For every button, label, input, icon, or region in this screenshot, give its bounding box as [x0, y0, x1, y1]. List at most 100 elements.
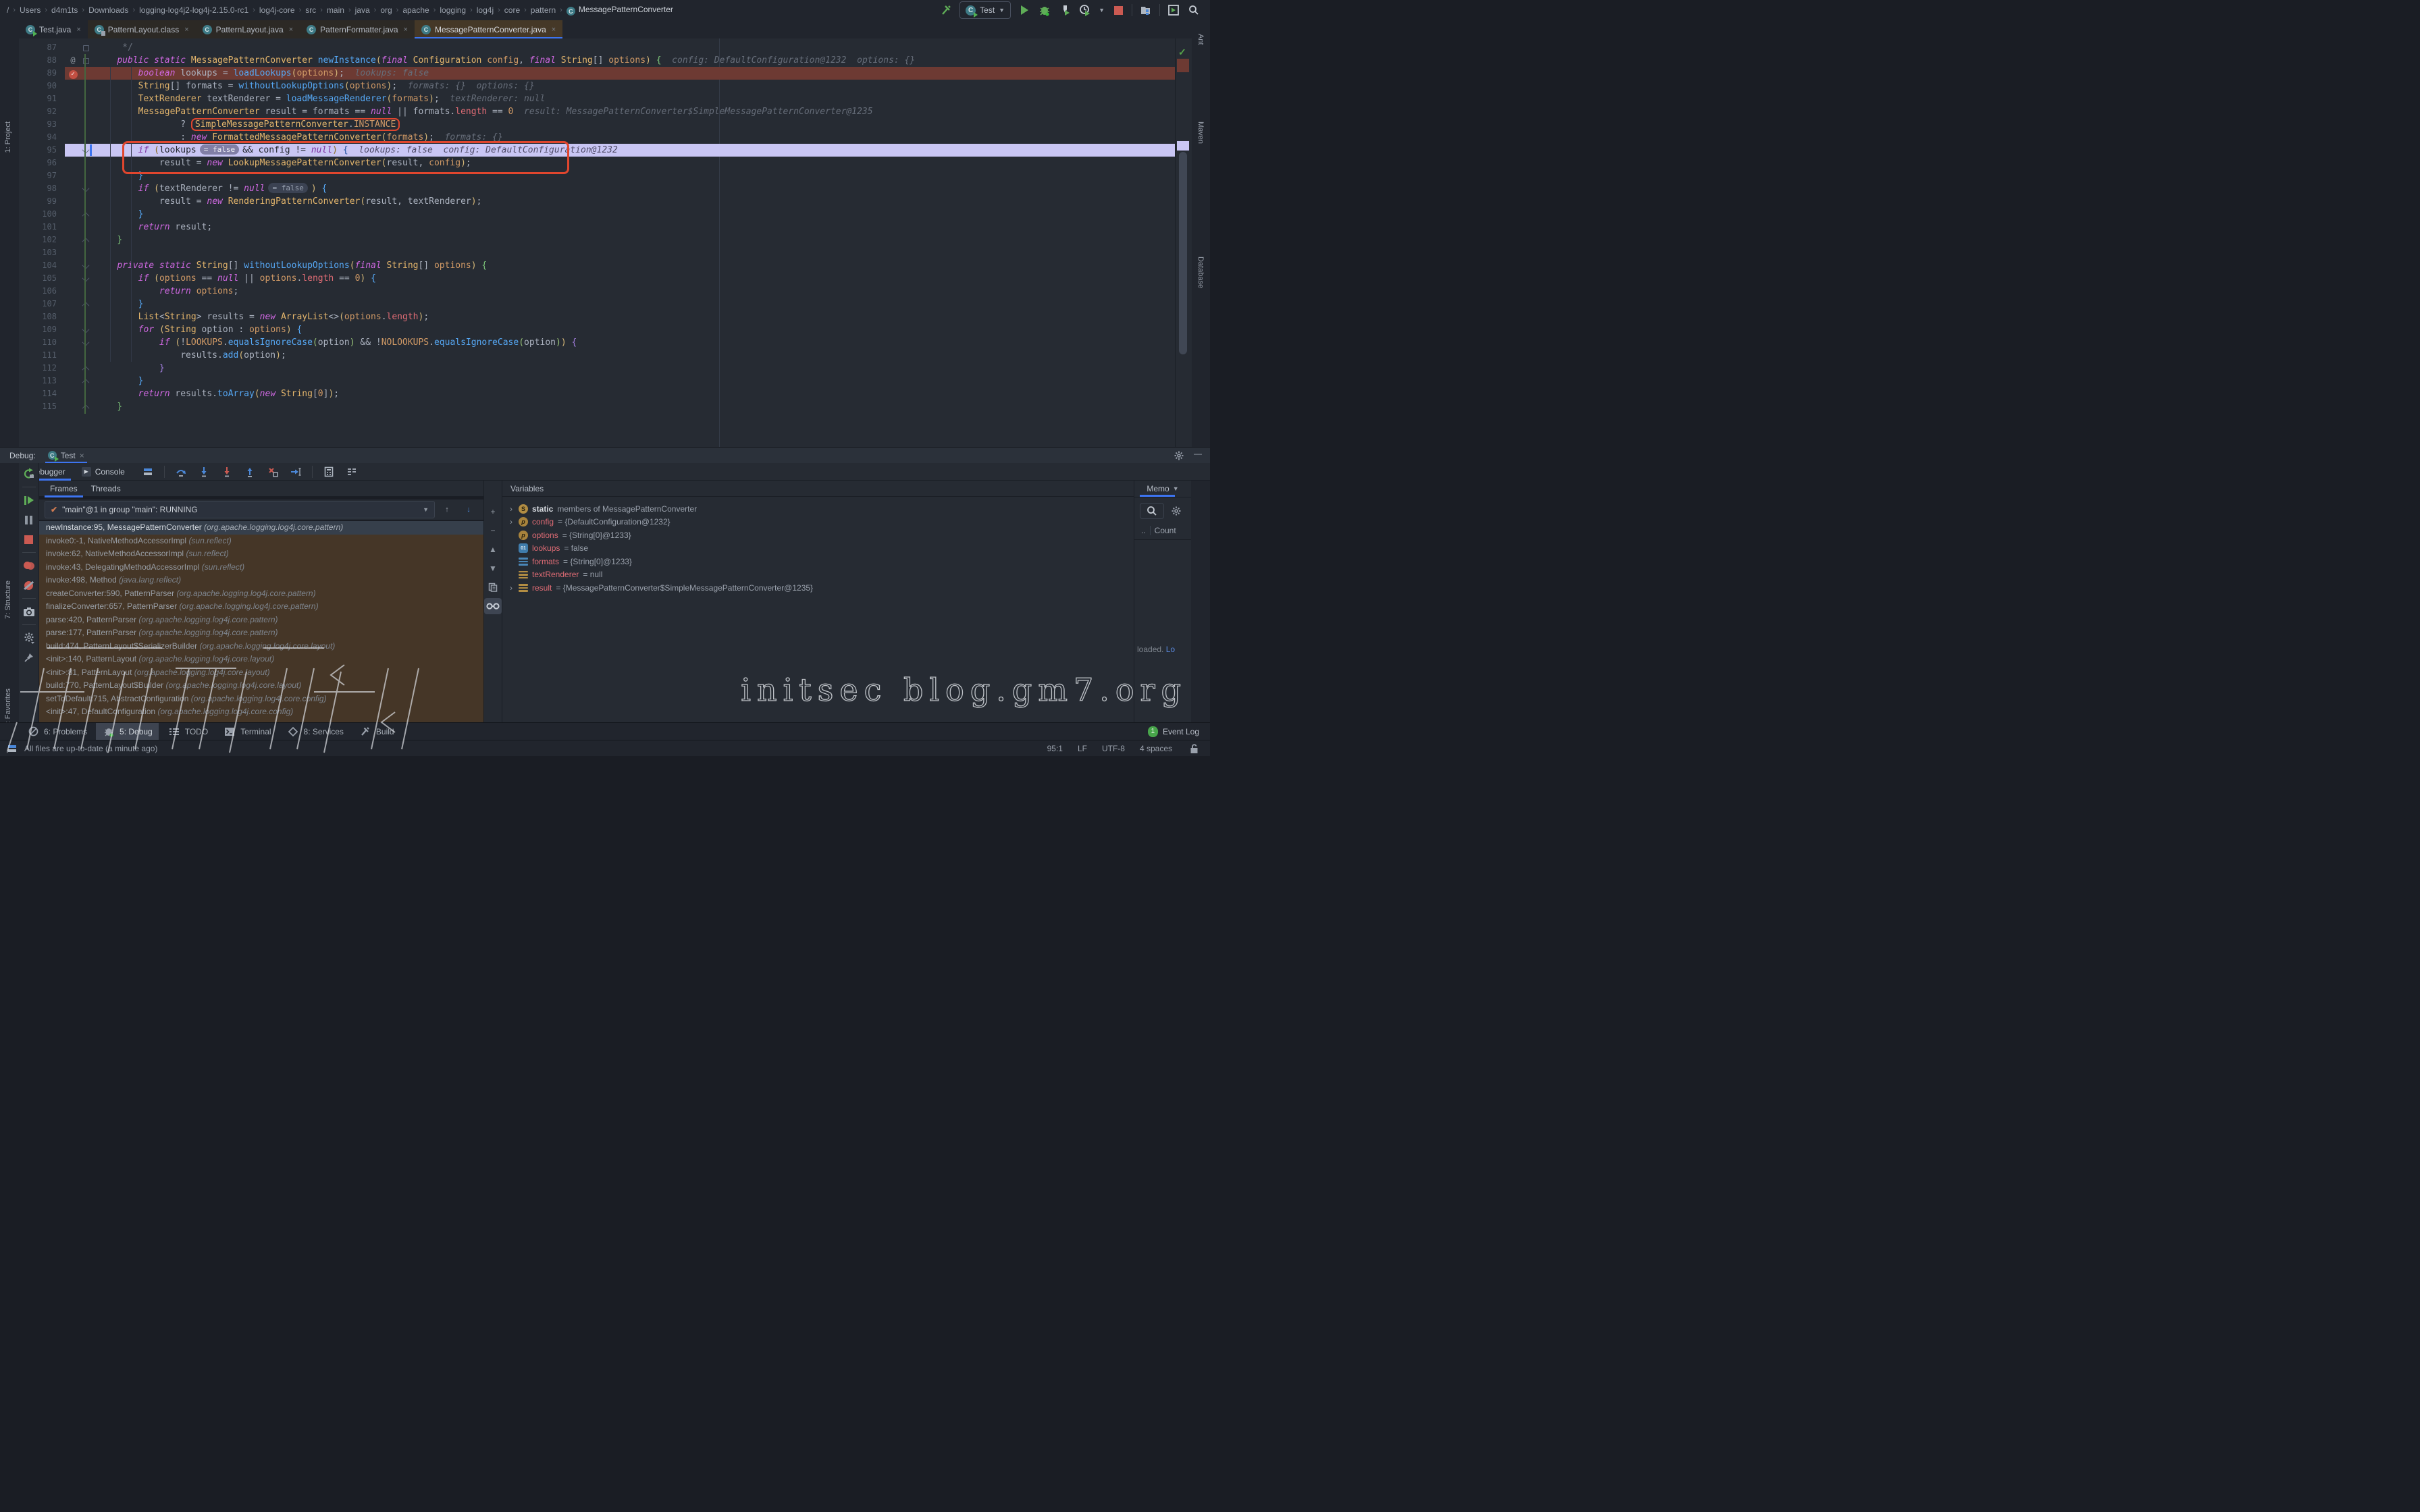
frame-row[interactable]: setToDefault:715, AbstractConfiguration … [39, 693, 483, 706]
tab-threads[interactable]: Threads [86, 480, 126, 497]
code-text[interactable]: } [92, 298, 1175, 310]
line-number[interactable]: 110 [19, 336, 65, 349]
settings-icon[interactable] [22, 631, 36, 645]
code-line[interactable]: 101 return result; [19, 221, 1175, 234]
breadcrumb-item[interactable]: org [380, 5, 392, 15]
breakpoint-icon[interactable]: ✓ [65, 67, 81, 80]
debug-session-tab[interactable]: C Test × [45, 448, 87, 464]
pause-icon[interactable] [22, 513, 36, 526]
line-number[interactable]: 87 [19, 41, 65, 54]
fold-marker[interactable] [81, 362, 92, 375]
code-text[interactable]: for (String option : options) { [92, 323, 1175, 336]
resume-icon[interactable] [22, 493, 36, 507]
code-line[interactable]: 107 } [19, 298, 1175, 310]
event-log-label[interactable]: Event Log [1163, 727, 1199, 736]
code-text[interactable]: public static MessagePatternConverter ne… [92, 54, 1175, 67]
fold-marker[interactable] [81, 144, 92, 157]
code-line[interactable]: 93 ? SimpleMessagePatternConverter.INSTA… [19, 118, 1175, 131]
event-log-badge[interactable]: 1 [1148, 726, 1158, 737]
status-item[interactable]: UTF-8 [1102, 744, 1125, 753]
frame-row[interactable]: parse:420, PatternParser (org.apache.log… [39, 614, 483, 627]
code-line[interactable]: 90 String[] formats = withoutLookupOptio… [19, 80, 1175, 92]
code-text[interactable]: ? SimpleMessagePatternConverter.INSTANCE [92, 118, 1175, 131]
toolbar-item-5-debug[interactable]: 5: Debug [96, 723, 159, 740]
variable-row[interactable]: ›result = {MessagePatternConverter$Simpl… [502, 581, 1134, 595]
sidebar-item-database[interactable]: Database [1196, 256, 1205, 288]
camera-icon[interactable] [22, 605, 36, 618]
stop-button[interactable] [1111, 3, 1125, 17]
code-line[interactable]: 112 } [19, 362, 1175, 375]
run-anything-icon[interactable] [1167, 3, 1180, 17]
fold-marker[interactable] [81, 336, 92, 349]
expand-chevron-icon[interactable]: › [508, 504, 515, 514]
memory-search-box[interactable] [1140, 503, 1164, 519]
rerun-icon[interactable] [22, 467, 36, 481]
debug-button[interactable] [1038, 3, 1051, 17]
breadcrumb-item[interactable]: main [327, 5, 344, 15]
variable-row[interactable]: ›Sstatic members of MessagePatternConver… [502, 502, 1134, 516]
code-text[interactable]: } [92, 208, 1175, 221]
code-text[interactable]: String[] formats = withoutLookupOptions(… [92, 80, 1175, 92]
breadcrumb-root[interactable]: / [7, 5, 9, 15]
view-breakpoints-icon[interactable] [22, 559, 36, 572]
panels-toggle-icon[interactable] [5, 742, 19, 755]
frame-row[interactable]: <init>:47, DefaultConfiguration (org.apa… [39, 705, 483, 719]
breadcrumb-item[interactable]: logging [440, 5, 466, 15]
fold-marker[interactable] [81, 208, 92, 221]
toolbar-item-8-services[interactable]: 8: Services [280, 723, 350, 740]
code-line[interactable]: 110 if (!LOOKUPS.equalsIgnoreCase(option… [19, 336, 1175, 349]
code-line[interactable]: 114 return results.toArray(new String[0]… [19, 387, 1175, 400]
code-line[interactable]: 108 List<String> results = new ArrayList… [19, 310, 1175, 323]
frame-row[interactable]: <init>:81, PatternLayout (org.apache.log… [39, 666, 483, 680]
pin-icon[interactable] [22, 651, 36, 664]
drop-frame-icon[interactable] [266, 465, 280, 479]
tab-console[interactable]: ▶Console [76, 463, 130, 481]
breadcrumb-item[interactable]: logging-log4j2-log4j-2.15.0-rc1 [139, 5, 248, 15]
tab-messagepatternconverter-java[interactable]: CMessagePatternConverter.java× [415, 20, 562, 38]
fold-marker[interactable] [81, 259, 92, 272]
line-number[interactable]: 102 [19, 234, 65, 246]
line-number[interactable]: 106 [19, 285, 65, 298]
close-icon[interactable]: × [80, 451, 84, 460]
breadcrumb-item[interactable]: d4m1ts [51, 5, 78, 15]
arrow-down-icon[interactable]: ↓ [462, 503, 475, 516]
breadcrumb-item[interactable]: java [355, 5, 370, 15]
sidebar-item-ant[interactable]: Ant [1196, 34, 1205, 45]
sidebar-item-maven[interactable]: Maven [1196, 122, 1205, 144]
frame-row[interactable]: invoke:62, NativeMethodAccessorImpl (sun… [39, 547, 483, 561]
close-icon[interactable]: × [404, 26, 408, 34]
run-to-cursor-icon[interactable] [289, 465, 302, 479]
code-text[interactable]: boolean lookups = loadLookups(options); … [92, 67, 1175, 80]
code-text[interactable]: private static String[] withoutLookupOpt… [92, 259, 1175, 272]
profiler-button[interactable] [1078, 3, 1092, 17]
line-number[interactable]: 90 [19, 80, 65, 92]
fold-marker[interactable] [81, 323, 92, 336]
breadcrumb-item[interactable]: pattern [531, 5, 556, 15]
code-text[interactable]: if (!LOOKUPS.equalsIgnoreCase(option) &&… [92, 336, 1175, 349]
execution-stripe-mark[interactable] [1177, 141, 1189, 151]
breadcrumb-item[interactable]: log4j [477, 5, 494, 15]
view-options-icon[interactable] [345, 465, 359, 479]
status-item[interactable]: 4 spaces [1140, 744, 1172, 753]
line-number[interactable]: 97 [19, 169, 65, 182]
code-line[interactable]: 104 private static String[] withoutLooku… [19, 259, 1175, 272]
breadcrumb-item[interactable]: CMessagePatternConverter [567, 5, 673, 16]
code-text[interactable]: } [92, 375, 1175, 387]
code-line[interactable]: 91 TextRenderer textRenderer = loadMessa… [19, 92, 1175, 105]
variable-row[interactable]: 01lookups = false [502, 542, 1134, 556]
frame-row[interactable]: invoke:43, DelegatingMethodAccessorImpl … [39, 561, 483, 574]
step-into-icon[interactable] [197, 465, 211, 479]
frame-row[interactable]: <init>:140, PatternLayout (org.apache.lo… [39, 653, 483, 666]
breadcrumb-item[interactable]: Downloads [88, 5, 128, 15]
coverage-button[interactable] [1058, 3, 1072, 17]
toolbar-item-terminal[interactable]: Terminal [217, 723, 277, 740]
line-number[interactable]: 100 [19, 208, 65, 221]
frame-row[interactable]: build:770, PatternLayout$Builder (org.ap… [39, 679, 483, 693]
fold-marker[interactable] [81, 298, 92, 310]
line-number[interactable]: 94 [19, 131, 65, 144]
line-number[interactable]: 112 [19, 362, 65, 375]
fold-marker[interactable] [81, 375, 92, 387]
variable-row[interactable]: formats = {String[0]@1233} [502, 555, 1134, 568]
code-text[interactable]: } [92, 362, 1175, 375]
step-over-icon[interactable] [174, 465, 188, 479]
